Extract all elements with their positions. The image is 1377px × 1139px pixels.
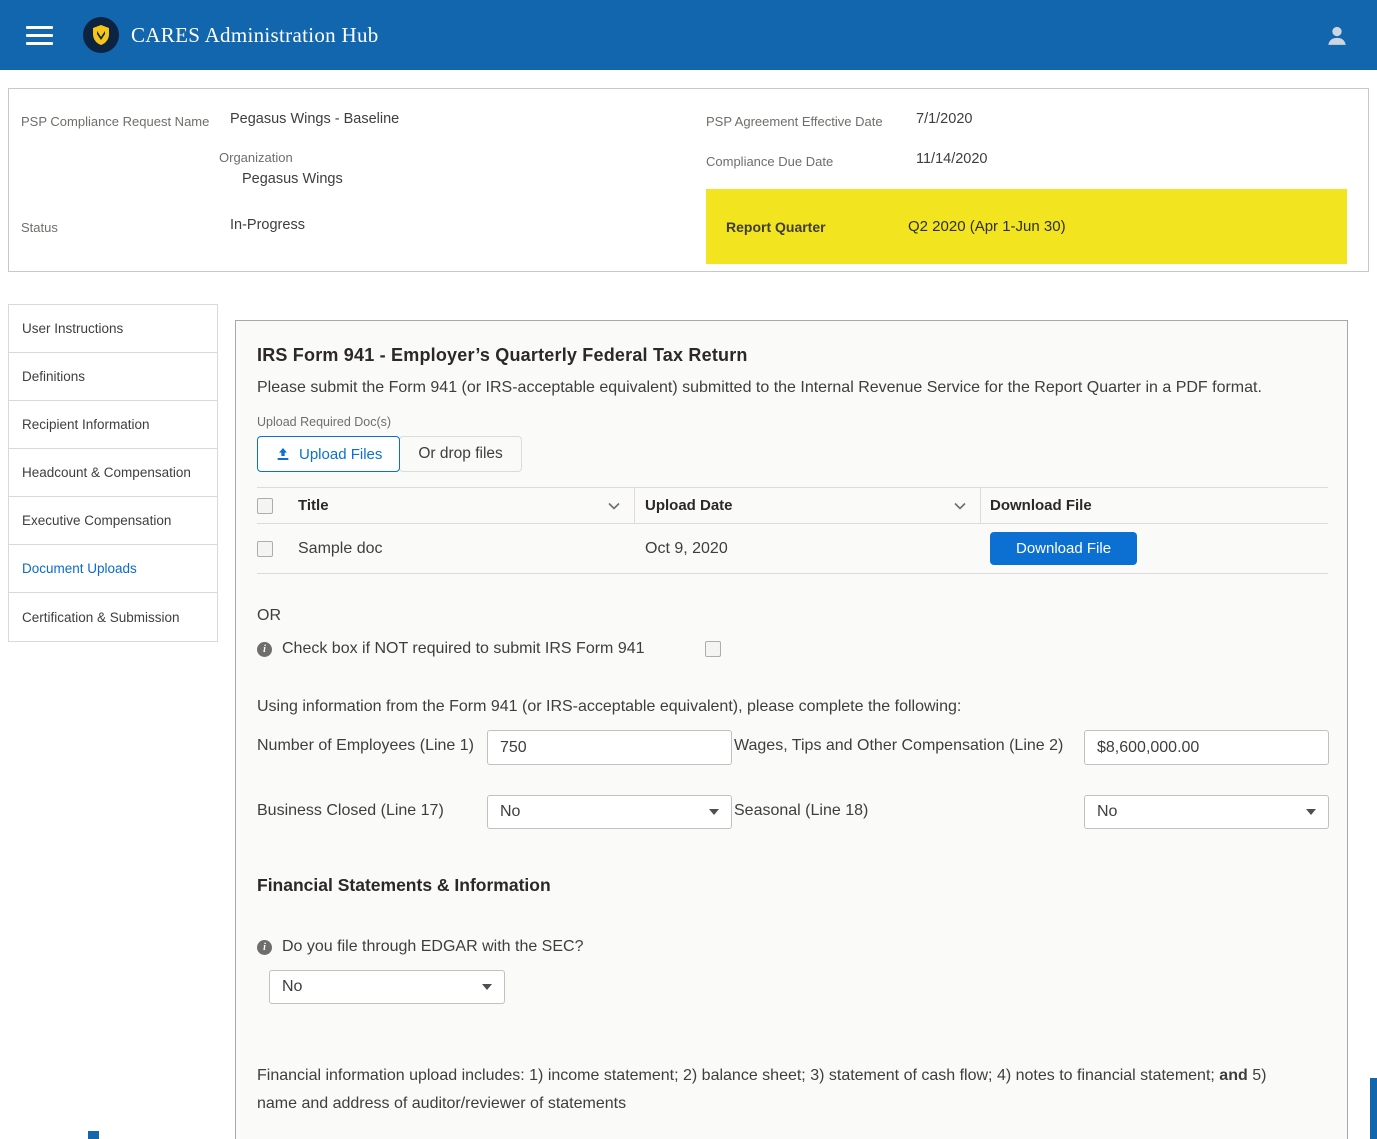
due-date-value: 11/14/2020 xyxy=(916,149,988,169)
upload-date-column-label: Upload Date xyxy=(645,497,733,514)
financial-upload-note: Financial information upload includes: 1… xyxy=(257,1062,1302,1118)
form-941-description: Please submit the Form 941 (or IRS-accep… xyxy=(257,374,1322,402)
seasonal-label: Seasonal (Line 18) xyxy=(732,795,1084,825)
compliance-summary-card: PSP Compliance Request Name Pegasus Wing… xyxy=(8,88,1369,272)
app-header: CARES Administration Hub xyxy=(0,0,1377,70)
drop-files-zone[interactable]: Or drop files xyxy=(399,436,521,472)
chevron-down-icon xyxy=(709,809,719,815)
download-file-column-header: Download File xyxy=(981,488,1328,523)
wages-input[interactable] xyxy=(1084,730,1329,765)
file-upload-control: Upload Files Or drop files xyxy=(257,436,1329,472)
request-name-value: Pegasus Wings - Baseline xyxy=(230,109,399,129)
content-area: User Instructions Definitions Recipient … xyxy=(8,304,1369,1139)
report-quarter-value: Q2 2020 (Apr 1-Jun 30) xyxy=(908,218,1066,235)
uploaded-documents-table: Title Upload Date Download File xyxy=(257,487,1328,574)
chevron-down-icon xyxy=(482,984,492,990)
upload-files-label: Upload Files xyxy=(299,446,382,463)
organization-field: Organization Pegasus Wings xyxy=(219,145,702,189)
menu-icon[interactable] xyxy=(26,26,53,45)
not-required-line: i Check box if NOT required to submit IR… xyxy=(257,640,1329,658)
title-column-label: Title xyxy=(298,497,329,514)
info-icon[interactable]: i xyxy=(257,940,272,955)
sidebar-item-definitions[interactable]: Definitions xyxy=(9,353,217,401)
user-avatar-icon[interactable] xyxy=(1323,21,1351,49)
drop-files-label: Or drop files xyxy=(418,445,502,463)
effective-date-label: PSP Agreement Effective Date xyxy=(706,109,916,131)
edgar-select[interactable]: No xyxy=(269,970,505,1004)
download-file-button[interactable]: Download File xyxy=(990,532,1137,565)
row-upload-date-cell: Oct 9, 2020 xyxy=(635,524,981,573)
upload-date-column-header: Upload Date xyxy=(635,488,981,523)
app-title: CARES Administration Hub xyxy=(131,23,379,48)
sidebar-item-certification-submission[interactable]: Certification & Submission xyxy=(9,593,217,641)
info-icon[interactable]: i xyxy=(257,642,272,657)
report-quarter-highlight: Report Quarter Q2 2020 (Apr 1-Jun 30) xyxy=(706,189,1347,264)
upload-date-column-chevron-down-icon[interactable] xyxy=(954,502,966,510)
page: CARES Administration Hub PSP Compliance … xyxy=(0,0,1377,1139)
row-download-cell: Download File xyxy=(981,524,1328,573)
financial-statements-title: Financial Statements & Information xyxy=(257,875,1329,896)
wages-label: Wages, Tips and Other Compensation (Line… xyxy=(732,730,1084,760)
employees-wages-row: Number of Employees (Line 1) Wages, Tips… xyxy=(257,730,1329,765)
status-value: In-Progress xyxy=(230,215,305,235)
sidebar-item-executive-compensation[interactable]: Executive Compensation xyxy=(9,497,217,545)
status-row: Status In-Progress xyxy=(21,215,702,237)
row-title-cell: Sample doc xyxy=(298,524,635,573)
closed-seasonal-row: Business Closed (Line 17) No Seasonal (L… xyxy=(257,795,1329,829)
edgar-question-line: i Do you file through EDGAR with the SEC… xyxy=(257,938,1329,956)
upload-required-docs-label: Upload Required Doc(s) xyxy=(257,415,1329,429)
edgar-question-label: Do you file through EDGAR with the SEC? xyxy=(282,938,583,956)
summary-right-column: PSP Agreement Effective Date 7/1/2020 Co… xyxy=(702,109,1347,271)
sidebar-item-document-uploads[interactable]: Document Uploads xyxy=(9,545,217,593)
edgar-select-value: No xyxy=(282,978,302,996)
or-separator-text: OR xyxy=(257,607,1329,625)
financial-note-prefix: Financial information upload includes: 1… xyxy=(257,1067,1219,1084)
due-date-label: Compliance Due Date xyxy=(706,149,916,171)
document-uploads-panel: IRS Form 941 - Employer’s Quarterly Fede… xyxy=(235,320,1348,1139)
request-name-row: PSP Compliance Request Name Pegasus Wing… xyxy=(21,109,702,131)
header-checkbox-cell xyxy=(257,498,298,514)
not-required-checkbox[interactable] xyxy=(705,641,721,657)
row-checkbox-cell xyxy=(257,541,298,557)
form-941-section-title: IRS Form 941 - Employer’s Quarterly Fede… xyxy=(257,345,1329,366)
document-upload-date: Oct 9, 2020 xyxy=(645,540,728,558)
summary-left-column: PSP Compliance Request Name Pegasus Wing… xyxy=(9,109,702,271)
financial-note-and: and xyxy=(1219,1067,1247,1084)
business-closed-label: Business Closed (Line 17) xyxy=(257,795,487,825)
download-file-column-label: Download File xyxy=(990,497,1092,514)
seasonal-value: No xyxy=(1097,803,1117,821)
upload-files-button[interactable]: Upload Files xyxy=(257,436,400,472)
table-row: Sample doc Oct 9, 2020 Download File xyxy=(257,524,1328,574)
select-all-checkbox[interactable] xyxy=(257,498,273,514)
upload-icon xyxy=(275,446,291,462)
title-column-chevron-down-icon[interactable] xyxy=(608,502,620,510)
employees-input[interactable] xyxy=(487,730,732,765)
business-closed-select[interactable]: No xyxy=(487,795,732,829)
request-name-label: PSP Compliance Request Name xyxy=(21,109,230,131)
title-column-header: Title xyxy=(298,488,635,523)
effective-date-row: PSP Agreement Effective Date 7/1/2020 xyxy=(706,109,1347,131)
due-date-row: Compliance Due Date 11/14/2020 xyxy=(706,149,1347,171)
sidebar-item-recipient-information[interactable]: Recipient Information xyxy=(9,401,217,449)
sidebar-item-headcount-compensation[interactable]: Headcount & Compensation xyxy=(9,449,217,497)
document-title: Sample doc xyxy=(298,540,383,558)
organization-label: Organization xyxy=(219,145,702,167)
form-941-instructions: Using information from the Form 941 (or … xyxy=(257,698,1329,716)
employees-label: Number of Employees (Line 1) xyxy=(257,730,487,760)
chevron-down-icon xyxy=(1306,809,1316,815)
organization-value: Pegasus Wings xyxy=(242,169,702,189)
not-required-label: Check box if NOT required to submit IRS … xyxy=(282,640,645,658)
sidebar-item-user-instructions[interactable]: User Instructions xyxy=(9,305,217,353)
seasonal-select[interactable]: No xyxy=(1084,795,1329,829)
table-header-row: Title Upload Date Download File xyxy=(257,487,1328,524)
app-logo-icon xyxy=(83,17,119,53)
status-label: Status xyxy=(21,215,230,237)
row-checkbox[interactable] xyxy=(257,541,273,557)
section-nav-sidebar: User Instructions Definitions Recipient … xyxy=(8,304,218,642)
report-quarter-label: Report Quarter xyxy=(706,219,908,235)
effective-date-value: 7/1/2020 xyxy=(916,109,972,129)
horizontal-scrollbar-thumb[interactable] xyxy=(88,1131,99,1139)
business-closed-value: No xyxy=(500,803,520,821)
vertical-scrollbar-thumb[interactable] xyxy=(1370,1078,1377,1139)
